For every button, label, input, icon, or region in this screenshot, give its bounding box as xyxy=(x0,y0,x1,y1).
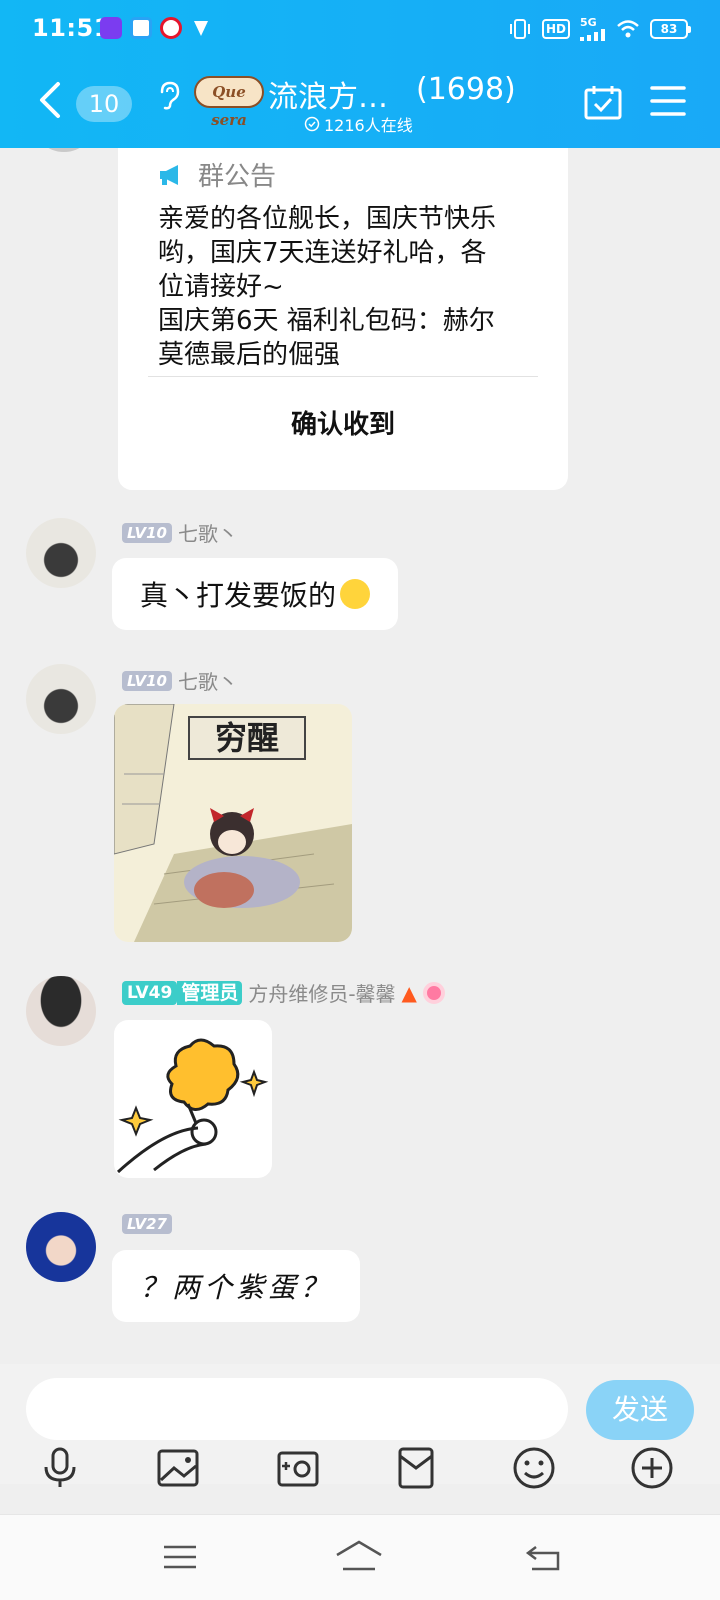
sticker-caption: 穷醒 xyxy=(188,716,306,760)
megaphone-icon xyxy=(160,164,178,185)
flower-icon xyxy=(422,981,445,1004)
admin-badge: 管理员 xyxy=(177,980,243,1005)
input-bar: 发送 xyxy=(0,1364,720,1489)
emoji-icon[interactable] xyxy=(512,1446,556,1490)
level-badge: LV10 xyxy=(122,522,172,543)
level-badge: LV49 xyxy=(122,980,178,1005)
back-icon[interactable] xyxy=(32,80,68,120)
signal-icon xyxy=(580,29,605,41)
battery-indicator: 83 xyxy=(650,19,691,39)
online-count-text: 1216人在线 xyxy=(324,116,413,135)
announcement-label: 群公告 xyxy=(198,162,277,192)
level-badge: LV27 xyxy=(122,1214,172,1234)
app-notification-icon xyxy=(100,17,122,39)
member-count: (1698) xyxy=(416,72,516,107)
mic-icon[interactable] xyxy=(38,1446,82,1490)
avatar[interactable] xyxy=(26,518,96,588)
message-bubble[interactable]: ？两个紫蛋？ xyxy=(112,1250,361,1322)
fire-icon: ▲ xyxy=(401,980,417,1005)
image-icon[interactable] xyxy=(156,1446,200,1490)
message-meta: LV10 七歌丶 xyxy=(122,518,238,547)
recent-apps-icon[interactable] xyxy=(160,1539,200,1575)
chat-list[interactable]: 群公告 亲爱的各位舰长，国庆节快乐 哟，国庆7天连送好礼哈，各 位请接好~ 国庆… xyxy=(0,148,720,1364)
announcement-line: 亲爱的各位舰长，国庆节快乐 xyxy=(158,204,497,234)
divider xyxy=(148,376,538,377)
sticker-image[interactable] xyxy=(114,1020,272,1178)
check-circle-icon xyxy=(304,116,320,132)
avatar[interactable] xyxy=(26,976,96,1046)
hd-badge: HD xyxy=(541,19,570,39)
nav-bar: 10 Que sera 流浪方… (1698) 1216人在线 xyxy=(0,58,720,148)
avatar[interactable] xyxy=(32,148,96,152)
calendar-check-icon[interactable] xyxy=(584,84,622,120)
group-announcement-card: 群公告 亲爱的各位舰长，国庆节快乐 哟，国庆7天连送好礼哈，各 位请接好~ 国庆… xyxy=(118,148,568,490)
announcement-line: 哟，国庆7天连送好礼哈，各 xyxy=(158,238,487,268)
message-input[interactable] xyxy=(26,1378,568,1440)
wifi-icon xyxy=(617,20,639,38)
message-text: 真丶打发要饭的 xyxy=(140,579,337,612)
camera-icon[interactable] xyxy=(276,1446,320,1490)
status-bar: 11:51 HD 5G 83 xyxy=(0,0,720,58)
level-badge: LV10 xyxy=(122,670,172,691)
network-type: 5G xyxy=(580,16,597,29)
online-status: 1216人在线 xyxy=(304,112,413,136)
group-title[interactable]: 流浪方… xyxy=(268,72,388,116)
unread-count-badge[interactable]: 10 xyxy=(76,86,132,122)
sender-name[interactable]: 七歌丶 xyxy=(178,666,238,695)
group-logo: Que sera xyxy=(194,76,264,129)
menu-icon[interactable] xyxy=(650,84,686,118)
app-notification-icon xyxy=(130,17,152,39)
announcement-line: 位请接好~ xyxy=(158,272,284,302)
status-indicators: HD 5G 83 xyxy=(508,16,691,42)
sender-name[interactable]: 七歌丶 xyxy=(178,518,238,547)
send-button[interactable]: 发送 xyxy=(586,1380,694,1440)
avatar[interactable] xyxy=(26,1212,96,1282)
weibo-notification-icon xyxy=(160,17,182,39)
home-icon[interactable] xyxy=(334,1539,384,1575)
app-notification-icon xyxy=(190,17,212,39)
announcement-line: 国庆第6天 福利礼包码：赫尔 xyxy=(158,306,495,336)
message-meta: LV49 管理员 方舟维修员-馨馨 ▲ xyxy=(122,978,445,1007)
network-indicator: 5G xyxy=(580,17,606,41)
message-bubble[interactable]: 真丶打发要饭的 xyxy=(112,558,399,630)
system-navigation-bar xyxy=(0,1514,720,1600)
red-packet-icon[interactable] xyxy=(394,1446,438,1490)
confirm-received-button[interactable]: 确认收到 xyxy=(118,404,568,441)
sender-name[interactable]: 方舟维修员-馨馨 xyxy=(248,978,395,1007)
announcement-header: 群公告 xyxy=(158,156,276,193)
message-meta: LV10 七歌丶 xyxy=(122,666,238,695)
vibrate-icon xyxy=(509,19,530,39)
sticker-image[interactable]: 穷醒 xyxy=(114,704,352,942)
announcement-line: 莫德最后的倔强 xyxy=(158,340,341,370)
back-nav-icon[interactable] xyxy=(524,1539,564,1575)
message-meta: LV27 xyxy=(122,1214,178,1234)
input-toolbar xyxy=(0,1446,720,1502)
message-text: ？两个紫蛋？ xyxy=(140,1271,333,1304)
chat-header: 11:51 HD 5G 83 10 Que sera 流浪方… (1698) 1… xyxy=(0,0,720,148)
ear-icon[interactable] xyxy=(156,80,182,110)
plus-icon[interactable] xyxy=(630,1446,674,1490)
announcement-text: 亲爱的各位舰长，国庆节快乐 哟，国庆7天连送好礼哈，各 位请接好~ 国庆第6天 … xyxy=(158,202,538,372)
avatar[interactable] xyxy=(26,664,96,734)
thinking-face-emoji-icon xyxy=(340,579,371,609)
